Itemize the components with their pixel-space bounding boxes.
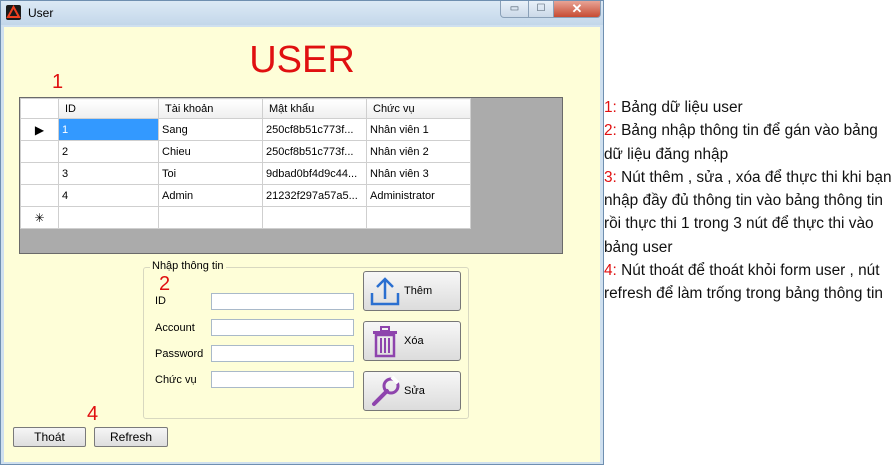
grid-cell[interactable]: 250cf8b51c773f... — [262, 118, 367, 141]
grid-cell[interactable]: Sang — [158, 118, 263, 141]
notes-panel: 1: Bảng dữ liệu user 2: Bảng nhập thông … — [604, 96, 892, 306]
edit-button-label: Sửa — [404, 385, 425, 397]
grid-cell[interactable]: 9dbad0bf4d9c44... — [262, 162, 367, 185]
table-row[interactable]: ▶ 1 Sang 250cf8b51c773f... Nhân viên 1 — [20, 118, 471, 141]
note-item: 2: Bảng nhập thông tin để gán vào bảng d… — [604, 119, 892, 166]
new-row[interactable]: ✳ — [20, 206, 471, 229]
exit-button[interactable]: Thoát — [13, 427, 86, 447]
grid-cell[interactable] — [158, 206, 263, 229]
role-label: Chức vụ — [155, 374, 197, 386]
edit-button[interactable]: Sửa — [363, 371, 461, 411]
delete-button[interactable]: Xóa — [363, 321, 461, 361]
role-field[interactable] — [211, 371, 354, 388]
annotation-4: 4 — [87, 403, 99, 425]
account-label: Account — [155, 322, 195, 334]
app-icon — [6, 5, 21, 20]
minimize-button[interactable]: ▭ — [500, 1, 529, 18]
grid-cell[interactable]: 3 — [58, 162, 159, 185]
title-bar[interactable]: User ▭ ☐ ✕ — [1, 1, 603, 25]
table-row[interactable]: 3 Toi 9dbad0bf4d9c44... Nhân viên 3 — [20, 162, 471, 185]
annotation-1: 1 — [52, 71, 64, 93]
note-item: 1: Bảng dữ liệu user — [604, 96, 892, 119]
grid-corner-header — [20, 98, 59, 119]
grid-cell[interactable]: Nhân viên 2 — [366, 140, 471, 163]
grid-header-row: ID Tài khoản Mật khẩu Chức vụ — [20, 98, 471, 119]
note-number: 1: — [604, 99, 617, 116]
window-title: User — [28, 6, 54, 20]
grid-cell[interactable]: 21232f297a57a5... — [262, 184, 367, 207]
row-header[interactable] — [20, 140, 59, 163]
grid-cell[interactable]: 250cf8b51c773f... — [262, 140, 367, 163]
annotation-2: 2 — [159, 273, 171, 295]
add-button-label: Thêm — [404, 285, 433, 297]
delete-button-label: Xóa — [404, 335, 424, 347]
note-item: 4: Nút thoát để thoát khỏi form user , n… — [604, 259, 892, 306]
grid-cell[interactable]: 2 — [58, 140, 159, 163]
form-client-area: USER 1 ID Tài khoản Mật khẩu Chức vụ ▶ 1… — [4, 27, 600, 462]
note-text: Bảng dữ liệu user — [616, 99, 743, 116]
table-row[interactable]: 2 Chieu 250cf8b51c773f... Nhân viên 2 — [20, 140, 471, 163]
password-label: Password — [155, 348, 204, 360]
grid-cell[interactable] — [366, 206, 471, 229]
id-label: ID — [155, 295, 166, 307]
note-text: Bảng nhập thông tin để gán vào bảng dữ l… — [604, 122, 878, 163]
note-item: 3: Nút thêm , sửa , xóa để thực thi khi … — [604, 166, 892, 259]
grid-cell[interactable] — [262, 206, 367, 229]
close-button[interactable]: ✕ — [553, 1, 601, 18]
grid-cell[interactable]: Toi — [158, 162, 263, 185]
input-group-title: Nhập thông tin — [150, 260, 226, 272]
account-field[interactable] — [211, 319, 354, 336]
row-header[interactable] — [20, 184, 59, 207]
user-window: User ▭ ☐ ✕ USER 1 ID Tài khoản Mật khẩu … — [0, 0, 604, 465]
note-number: 3: — [604, 168, 617, 186]
note-text: Nút thoát để thoát khỏi form user , nút … — [604, 262, 883, 303]
grid-cell[interactable]: Nhân viên 3 — [366, 162, 471, 185]
wrench-icon — [368, 375, 402, 409]
grid-cell[interactable]: Admin — [158, 184, 263, 207]
table-row[interactable]: 4 Admin 21232f297a57a5... Administrator — [20, 184, 471, 207]
note-text: Nút thêm , sửa , xóa để thực thi khi bạn… — [604, 168, 892, 256]
grid-cell[interactable]: Nhân viên 1 — [366, 118, 471, 141]
grid-column-header[interactable]: Tài khoản — [158, 98, 263, 119]
grid-column-header[interactable]: ID — [58, 98, 159, 119]
grid-column-header[interactable]: Chức vụ — [366, 98, 471, 119]
grid-cell[interactable] — [58, 206, 159, 229]
note-number: 2: — [604, 122, 617, 140]
form-heading: USER — [249, 39, 355, 81]
password-field[interactable] — [211, 345, 354, 362]
grid-cell[interactable]: Chieu — [158, 140, 263, 163]
grid-cell[interactable]: Administrator — [366, 184, 471, 207]
grid-cell[interactable]: 4 — [58, 184, 159, 207]
refresh-button[interactable]: Refresh — [94, 427, 168, 447]
grid-column-header[interactable]: Mật khẩu — [262, 98, 367, 119]
new-row-indicator[interactable]: ✳ — [20, 206, 59, 229]
current-row-indicator[interactable]: ▶ — [20, 118, 59, 141]
add-button[interactable]: Thêm — [363, 271, 461, 311]
upload-icon — [368, 275, 402, 309]
grid-cell[interactable]: 1 — [58, 118, 159, 141]
id-field[interactable] — [211, 293, 354, 310]
row-header[interactable] — [20, 162, 59, 185]
note-number: 4: — [604, 262, 617, 280]
user-data-grid[interactable]: ID Tài khoản Mật khẩu Chức vụ ▶ 1 Sang 2… — [19, 97, 563, 254]
maximize-button[interactable]: ☐ — [528, 1, 554, 18]
trash-icon — [368, 325, 402, 359]
input-group: Nhập thông tin 2 3 ID Account Password C… — [143, 260, 469, 419]
